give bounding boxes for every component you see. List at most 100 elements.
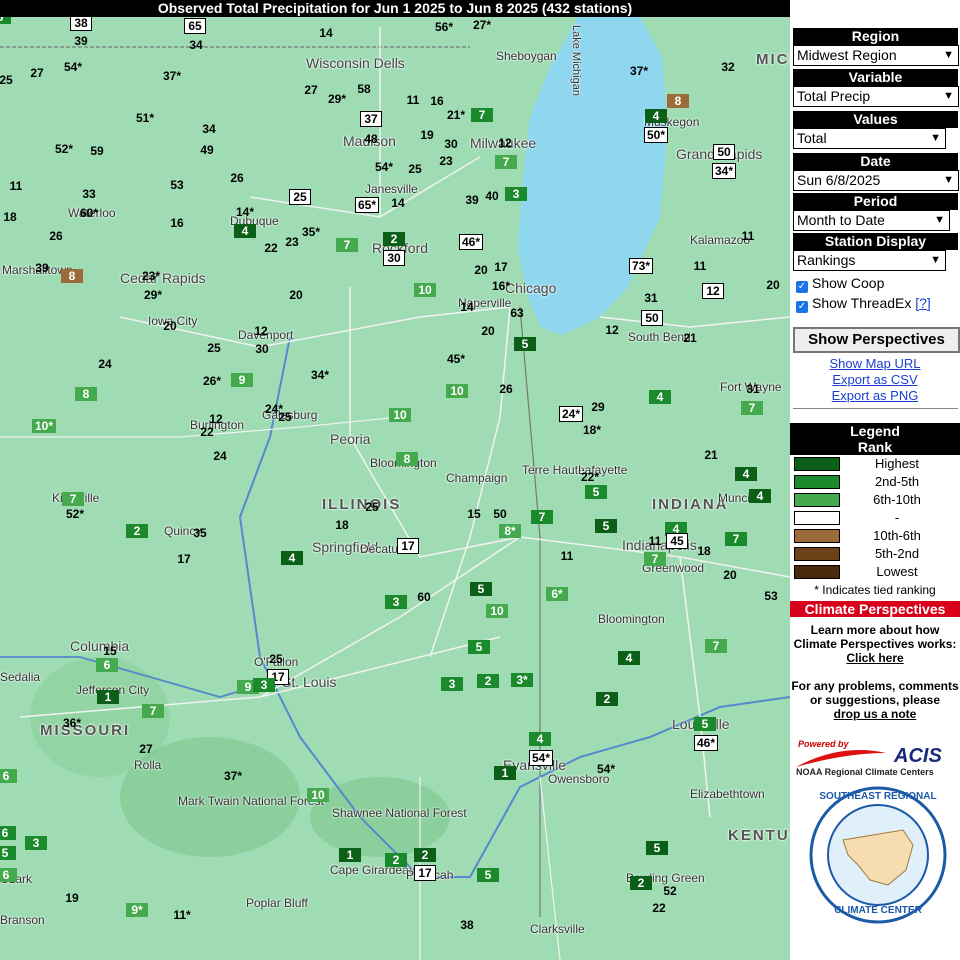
station-marker[interactable]: 3 [25, 836, 47, 850]
station-marker[interactable]: 12 [605, 323, 618, 337]
station-marker[interactable]: 12 [498, 136, 511, 150]
station-marker[interactable]: 38 [460, 918, 473, 932]
station-marker[interactable]: 5 [595, 519, 617, 533]
station-marker[interactable]: 24* [558, 406, 584, 422]
station-marker[interactable]: 37* [163, 69, 181, 83]
station-marker[interactable]: 32 [721, 60, 734, 74]
station-marker[interactable]: 18 [3, 210, 16, 224]
station-marker[interactable]: 31 [644, 291, 657, 305]
station-marker[interactable]: 7 [644, 552, 666, 566]
export-csv-link[interactable]: Export as CSV [790, 372, 960, 388]
station-marker[interactable]: 27* [473, 18, 491, 32]
station-marker[interactable]: 4 [749, 489, 771, 503]
station-marker[interactable]: 7 [741, 401, 763, 415]
station-display-select[interactable]: Rankings ▼ [793, 250, 946, 271]
station-marker[interactable]: 54* [64, 60, 82, 74]
station-marker[interactable]: 11 [561, 549, 574, 563]
station-marker[interactable]: 3* [511, 673, 533, 687]
station-marker[interactable]: 65 [184, 18, 206, 34]
station-marker[interactable]: 4 [234, 224, 256, 238]
station-marker[interactable]: 46* [458, 234, 484, 250]
station-marker[interactable]: 16 [170, 216, 183, 230]
station-marker[interactable]: 4 [735, 467, 757, 481]
station-marker[interactable]: 5 [468, 640, 490, 654]
station-marker[interactable]: 15 [467, 507, 480, 521]
station-marker[interactable]: 6 [96, 658, 118, 672]
station-marker[interactable]: 11* [173, 908, 190, 922]
station-marker[interactable]: 36* [63, 716, 81, 730]
station-marker[interactable]: 52* [66, 507, 84, 521]
station-marker[interactable]: 7 [336, 238, 358, 252]
station-marker[interactable]: 34 [202, 122, 215, 136]
region-select[interactable]: Midwest Region ▼ [793, 45, 959, 66]
station-marker[interactable]: 2 [630, 876, 652, 890]
station-marker[interactable]: 33 [82, 187, 95, 201]
station-marker[interactable]: 22 [652, 901, 665, 915]
station-marker[interactable]: 5 [646, 841, 668, 855]
station-marker[interactable]: 7 [725, 532, 747, 546]
station-marker[interactable]: 37* [630, 64, 648, 78]
station-marker[interactable]: 9* [126, 903, 148, 917]
station-marker[interactable]: 30 [255, 342, 268, 356]
station-marker[interactable]: 39 [465, 193, 478, 207]
station-marker[interactable]: 34* [711, 163, 737, 179]
station-marker[interactable]: 1 [339, 848, 361, 862]
station-marker[interactable]: 45 [666, 533, 688, 549]
station-marker[interactable]: 16 [430, 94, 443, 108]
station-marker[interactable]: 11 [742, 229, 755, 243]
station-marker[interactable]: 10 [446, 384, 468, 398]
station-marker[interactable]: 65* [354, 197, 380, 213]
station-marker[interactable]: 3 [253, 678, 275, 692]
station-marker[interactable]: 1 [97, 690, 119, 704]
precipitation-map[interactable]: Wisconsin Dells Madison Janesville Rockford… [0, 17, 790, 960]
station-marker[interactable]: 26 [499, 382, 512, 396]
station-marker[interactable]: 12 [209, 412, 222, 426]
station-marker[interactable]: 6 [0, 868, 17, 882]
station-marker[interactable]: 29* [328, 92, 346, 106]
station-marker[interactable]: 54* [375, 160, 393, 174]
station-marker[interactable]: 7 [62, 492, 84, 506]
station-marker[interactable]: 7 [471, 108, 493, 122]
station-marker[interactable]: 20 [766, 278, 779, 292]
station-marker[interactable]: 60 [417, 590, 430, 604]
variable-select[interactable]: Total Precip ▼ [793, 86, 959, 107]
station-marker[interactable]: 54* [528, 750, 554, 766]
drop-note-link[interactable]: drop us a note [834, 707, 917, 721]
station-marker[interactable]: 46* [693, 735, 719, 751]
station-marker[interactable]: 11 [10, 179, 23, 193]
station-marker[interactable]: 14* [236, 205, 254, 219]
show-threadex-checkbox[interactable]: ✓ Show ThreadEx [?] [796, 293, 960, 313]
date-select[interactable]: Sun 6/8/2025 ▼ [793, 170, 959, 191]
station-marker[interactable]: 5 [0, 17, 11, 24]
station-marker[interactable]: 60* [80, 206, 98, 220]
station-marker[interactable]: 7 [531, 510, 553, 524]
station-marker[interactable]: 23 [439, 154, 452, 168]
station-marker[interactable]: 25 [269, 652, 282, 666]
station-marker[interactable]: 3 [505, 187, 527, 201]
station-marker[interactable]: 4 [645, 109, 667, 123]
station-marker[interactable]: 27 [30, 66, 43, 80]
station-marker[interactable]: 54* [597, 762, 615, 776]
station-marker[interactable]: 17 [494, 260, 507, 274]
station-marker[interactable]: 7 [705, 639, 727, 653]
station-marker[interactable]: 73* [628, 258, 654, 274]
station-marker[interactable]: 31 [746, 382, 759, 396]
station-marker[interactable]: 17 [397, 538, 419, 554]
period-select[interactable]: Month to Date ▼ [793, 210, 950, 231]
station-marker[interactable]: 34* [311, 368, 329, 382]
station-marker[interactable]: 25 [289, 189, 311, 205]
station-marker[interactable]: 18* [583, 423, 601, 437]
station-marker[interactable]: 6 [0, 826, 16, 840]
station-marker[interactable]: 6* [546, 587, 568, 601]
station-marker[interactable]: 25 [0, 73, 13, 87]
station-marker[interactable]: 17 [414, 865, 436, 881]
station-marker[interactable]: 18 [335, 518, 348, 532]
station-marker[interactable]: 20 [289, 288, 302, 302]
station-marker[interactable]: 23* [142, 269, 160, 283]
station-marker[interactable]: 26* [203, 374, 221, 388]
station-marker[interactable]: 4 [529, 732, 551, 746]
station-marker[interactable]: 20 [481, 324, 494, 338]
station-marker[interactable]: 12 [254, 324, 267, 338]
station-marker[interactable]: 21 [683, 331, 696, 345]
station-marker[interactable]: 2 [596, 692, 618, 706]
